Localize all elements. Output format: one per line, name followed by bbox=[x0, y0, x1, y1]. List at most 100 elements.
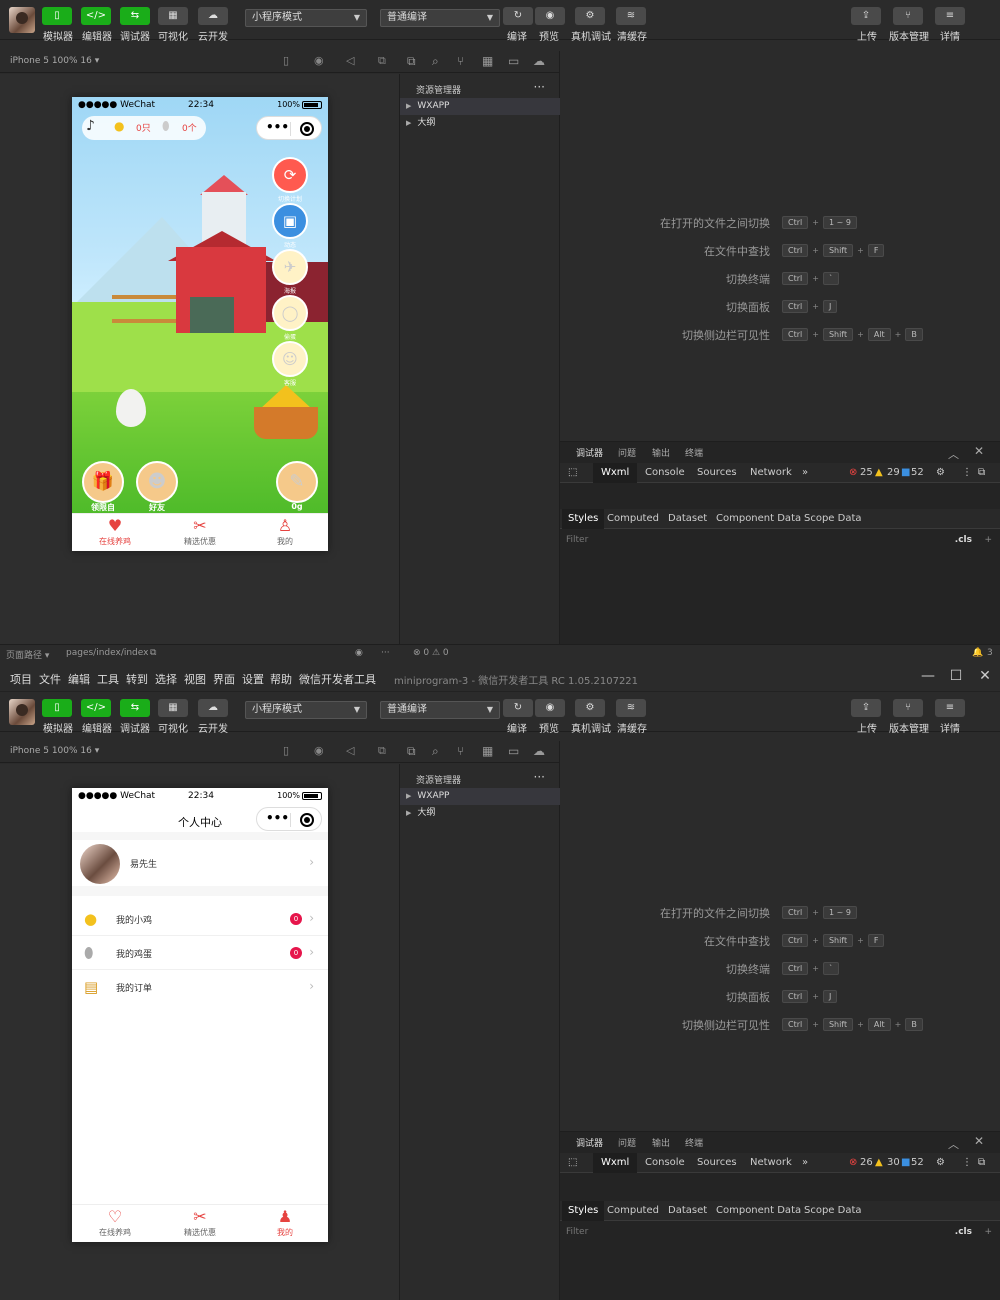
user-card[interactable]: 易先生 › bbox=[72, 840, 328, 886]
tab-deals[interactable]: ✂ 精选优惠 bbox=[157, 516, 243, 547]
tab-network[interactable]: Network bbox=[750, 467, 792, 478]
menu-edit[interactable]: 编辑 bbox=[68, 671, 90, 687]
extensions-icon[interactable]: ▦ bbox=[482, 54, 493, 68]
layout-icon[interactable]: ▭ bbox=[508, 54, 519, 68]
menu-interface[interactable]: 界面 bbox=[213, 671, 235, 687]
remote-debug-button[interactable]: ⚙ bbox=[575, 7, 605, 25]
cloud-button[interactable]: ☁ bbox=[198, 7, 228, 25]
minimize-icon[interactable]: — bbox=[917, 668, 939, 684]
menu-capsule[interactable]: ••• bbox=[256, 116, 322, 140]
editor-button[interactable]: </> bbox=[81, 7, 111, 25]
chevron-up-icon[interactable]: ︿ bbox=[948, 1136, 959, 1152]
tab-sources[interactable]: Sources bbox=[697, 1157, 737, 1168]
tab-issues[interactable]: 问题 bbox=[618, 1136, 636, 1149]
tab-console[interactable]: Console bbox=[645, 1157, 685, 1168]
chevron-up-icon[interactable]: ︿ bbox=[948, 446, 959, 462]
menu-goto[interactable]: 转到 bbox=[126, 671, 148, 687]
gear-icon[interactable]: ⚙ bbox=[936, 467, 945, 478]
tab-farm[interactable]: ♡ 在线养鸡 bbox=[72, 1207, 158, 1238]
add-rule-icon[interactable]: + bbox=[984, 1227, 992, 1237]
tab-wxml[interactable]: Wxml bbox=[593, 463, 638, 483]
menu-view[interactable]: 视图 bbox=[184, 671, 206, 687]
clear-cache-button[interactable]: ≋ bbox=[616, 699, 646, 717]
window-icon[interactable]: ⧉ bbox=[378, 54, 386, 68]
search-icon[interactable]: ⌕ bbox=[432, 54, 439, 69]
kebab-icon[interactable]: ⋮ bbox=[962, 1157, 972, 1168]
friends-icon[interactable]: ☻ bbox=[136, 461, 178, 503]
tab-terminal[interactable]: 终端 bbox=[685, 446, 703, 459]
copy-icon[interactable]: ⧉ bbox=[150, 648, 156, 658]
window-icon[interactable]: ⧉ bbox=[378, 744, 386, 758]
version-button[interactable]: ⑂ bbox=[893, 699, 923, 717]
switch-plan-icon[interactable]: ⟳ bbox=[272, 157, 308, 193]
filter-input[interactable]: Filter bbox=[566, 535, 588, 545]
dock-icon[interactable]: ⧉ bbox=[978, 467, 985, 478]
tab-computed[interactable]: Computed bbox=[607, 1205, 659, 1216]
tab-styles[interactable]: Styles bbox=[562, 509, 605, 529]
list-item-my-orders[interactable]: ▤ 我的订单 › bbox=[72, 970, 328, 1004]
more-tabs-icon[interactable]: » bbox=[802, 467, 808, 478]
tab-network[interactable]: Network bbox=[750, 1157, 792, 1168]
simulator-button[interactable]: ▯ bbox=[42, 699, 72, 717]
tree-item-wxapp[interactable]: ▶ WXAPP bbox=[400, 98, 560, 115]
cloud-icon[interactable]: ☁ bbox=[533, 744, 545, 758]
gear-icon[interactable]: ⚙ bbox=[936, 1157, 945, 1168]
explorer-more-icon[interactable]: ··· bbox=[534, 770, 545, 784]
preview-button[interactable]: ◉ bbox=[535, 7, 565, 25]
close-miniprogram-icon[interactable] bbox=[300, 122, 314, 136]
volume-icon[interactable]: ◁ bbox=[346, 54, 354, 67]
music-icon[interactable]: ♪ bbox=[86, 118, 95, 134]
remote-debug-button[interactable]: ⚙ bbox=[575, 699, 605, 717]
clear-cache-button[interactable]: ≋ bbox=[616, 7, 646, 25]
filter-bar[interactable]: Filter .cls + bbox=[560, 1224, 1000, 1242]
maximize-icon[interactable]: ☐ bbox=[945, 668, 967, 684]
dock-icon[interactable]: ⧉ bbox=[978, 1157, 985, 1168]
record-icon[interactable]: ◉ bbox=[314, 744, 324, 757]
close-icon[interactable]: ✕ bbox=[974, 1134, 984, 1148]
compile-select[interactable]: 普通编译 ▼ bbox=[380, 9, 500, 27]
kebab-icon[interactable]: ⋮ bbox=[962, 467, 972, 478]
volume-icon[interactable]: ◁ bbox=[346, 744, 354, 757]
tab-me[interactable]: ♟ 我的 bbox=[242, 1207, 328, 1238]
tab-component-data[interactable]: Component Data bbox=[716, 513, 801, 524]
tab-farm[interactable]: ♥ 在线养鸡 bbox=[72, 516, 158, 547]
explorer-more-icon[interactable]: ··· bbox=[534, 80, 545, 94]
tab-output[interactable]: 输出 bbox=[652, 1136, 670, 1149]
close-miniprogram-icon[interactable] bbox=[300, 813, 314, 827]
list-item-my-eggs[interactable]: ⬮ 我的鸡蛋 0 › bbox=[72, 936, 328, 970]
details-button[interactable]: ≡ bbox=[935, 699, 965, 717]
tab-component-data[interactable]: Component Data bbox=[716, 1205, 801, 1216]
debugger-button[interactable]: ⇆ bbox=[120, 7, 150, 25]
bell-icon[interactable]: 🔔 bbox=[972, 648, 983, 658]
eye-icon[interactable]: ◉ bbox=[355, 648, 363, 658]
layout-icon[interactable]: ▭ bbox=[508, 744, 519, 758]
device-select[interactable]: iPhone 5 100% 16 ▾ bbox=[10, 56, 99, 66]
poster-icon[interactable]: ✈ bbox=[272, 249, 308, 285]
tab-scope-data[interactable]: Scope Data bbox=[804, 1205, 862, 1216]
upload-button[interactable]: ⇪ bbox=[851, 699, 881, 717]
status-more-icon[interactable]: ··· bbox=[381, 648, 390, 658]
phone-icon[interactable]: ▯ bbox=[283, 54, 289, 67]
menu-wechat-devtools[interactable]: 微信开发者工具 bbox=[299, 671, 376, 687]
record-icon[interactable]: ◉ bbox=[314, 54, 324, 67]
visual-button[interactable]: ▦ bbox=[158, 699, 188, 717]
phone-icon[interactable]: ▯ bbox=[283, 744, 289, 757]
editor-button[interactable]: </> bbox=[81, 699, 111, 717]
steal-egg-icon[interactable]: ◯ bbox=[272, 295, 308, 331]
tab-debugger[interactable]: 调试器 bbox=[576, 1136, 603, 1149]
feed-bag-icon[interactable]: ✎ bbox=[276, 461, 318, 503]
tab-output[interactable]: 输出 bbox=[652, 446, 670, 459]
simulator-button[interactable]: ▯ bbox=[42, 7, 72, 25]
extensions-icon[interactable]: ▦ bbox=[482, 744, 493, 758]
feed-basket[interactable] bbox=[254, 407, 318, 439]
menu-settings[interactable]: 设置 bbox=[242, 671, 264, 687]
service-icon[interactable]: ☺ bbox=[272, 341, 308, 377]
mode-select[interactable]: 小程序模式 ▼ bbox=[245, 9, 367, 27]
problems-count[interactable]: ⊗ 0 ⚠ 0 bbox=[413, 648, 449, 658]
page-path-select[interactable]: 页面路径 ▾ bbox=[6, 648, 49, 661]
filter-bar[interactable]: Filter .cls + bbox=[560, 532, 1000, 550]
compile-select[interactable]: 普通编译 ▼ bbox=[380, 701, 500, 719]
tab-deals[interactable]: ✂ 精选优惠 bbox=[157, 1207, 243, 1238]
tab-wxml[interactable]: Wxml bbox=[593, 1153, 638, 1173]
gift-icon[interactable]: 🎁 bbox=[82, 461, 124, 503]
